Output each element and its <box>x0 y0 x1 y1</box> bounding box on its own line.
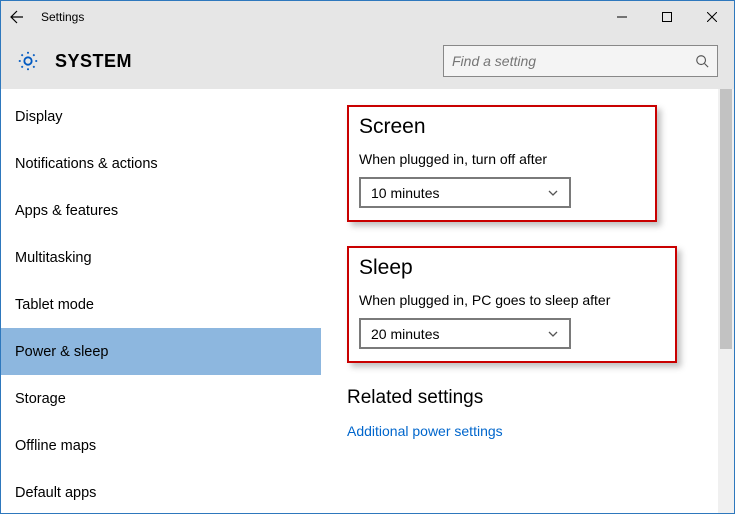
sidebar-item-label: Multitasking <box>15 250 92 266</box>
sidebar-item-label: Offline maps <box>15 438 96 454</box>
titlebar: Settings <box>1 1 734 33</box>
sidebar-item-label: Display <box>15 109 63 125</box>
screen-label: When plugged in, turn off after <box>359 151 645 167</box>
sidebar-item-display[interactable]: Display <box>1 93 321 140</box>
sidebar-item-default-apps[interactable]: Default apps <box>1 469 321 513</box>
sidebar-item-label: Storage <box>15 391 66 407</box>
maximize-button[interactable] <box>644 1 689 33</box>
sidebar-item-tablet[interactable]: Tablet mode <box>1 281 321 328</box>
close-icon <box>707 12 717 22</box>
sidebar-item-label: Apps & features <box>15 203 118 219</box>
sidebar-item-power-sleep[interactable]: Power & sleep <box>1 328 321 375</box>
sleep-heading: Sleep <box>359 256 665 280</box>
close-button[interactable] <box>689 1 734 33</box>
minimize-icon <box>617 12 627 22</box>
sidebar-item-notifications[interactable]: Notifications & actions <box>1 140 321 187</box>
window-title: Settings <box>33 10 599 24</box>
search-box[interactable] <box>443 45 718 77</box>
minimize-button[interactable] <box>599 1 644 33</box>
related-heading: Related settings <box>347 387 710 409</box>
sleep-section-highlight: Sleep When plugged in, PC goes to sleep … <box>347 246 677 363</box>
additional-power-settings-link[interactable]: Additional power settings <box>347 423 710 439</box>
dropdown-value: 10 minutes <box>371 185 547 201</box>
gear-icon <box>17 50 39 72</box>
sidebar-item-label: Default apps <box>15 485 96 501</box>
sidebar: Display Notifications & actions Apps & f… <box>1 89 321 513</box>
body: Display Notifications & actions Apps & f… <box>1 89 734 513</box>
screen-heading: Screen <box>359 115 645 139</box>
sidebar-item-label: Power & sleep <box>15 344 109 360</box>
arrow-left-icon <box>9 9 25 25</box>
search-icon <box>695 54 709 68</box>
chevron-down-icon <box>547 328 559 340</box>
maximize-icon <box>662 12 672 22</box>
back-button[interactable] <box>1 1 33 33</box>
page-title: SYSTEM <box>55 51 427 72</box>
screen-section-highlight: Screen When plugged in, turn off after 1… <box>347 105 657 222</box>
sidebar-item-multitasking[interactable]: Multitasking <box>1 234 321 281</box>
sidebar-item-label: Tablet mode <box>15 297 94 313</box>
settings-window: Settings SYSTEM Display Notifications & … <box>0 0 735 514</box>
vertical-scrollbar[interactable] <box>718 89 734 513</box>
main-content: Screen When plugged in, turn off after 1… <box>321 89 734 513</box>
sleep-label: When plugged in, PC goes to sleep after <box>359 292 665 308</box>
search-input[interactable] <box>452 53 695 69</box>
dropdown-value: 20 minutes <box>371 326 547 342</box>
sidebar-item-label: Notifications & actions <box>15 156 158 172</box>
scrollbar-thumb[interactable] <box>720 89 732 349</box>
screen-timeout-dropdown[interactable]: 10 minutes <box>359 177 571 208</box>
sidebar-item-offline-maps[interactable]: Offline maps <box>1 422 321 469</box>
sidebar-item-storage[interactable]: Storage <box>1 375 321 422</box>
header: SYSTEM <box>1 33 734 89</box>
window-controls <box>599 1 734 33</box>
chevron-down-icon <box>547 187 559 199</box>
sidebar-item-apps[interactable]: Apps & features <box>1 187 321 234</box>
sleep-timeout-dropdown[interactable]: 20 minutes <box>359 318 571 349</box>
